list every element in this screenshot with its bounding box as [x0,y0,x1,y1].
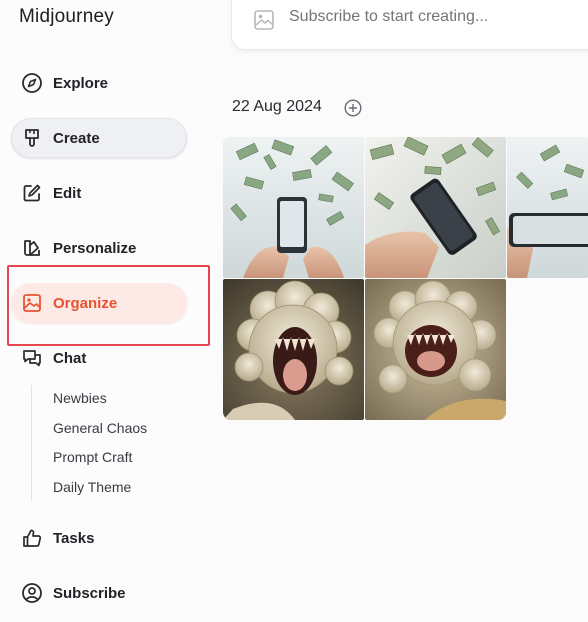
sidebar-item-label: Explore [53,74,109,92]
sidebar: Midjourney Explore Create Edit Personali… [0,0,215,622]
gallery-image[interactable] [223,137,364,278]
gallery-date-label: 22 Aug 2024 [232,98,322,115]
add-circle-icon[interactable] [344,99,362,122]
chat-icon [21,347,43,369]
sidebar-item-label: Personalize [53,239,137,257]
sidebar-item-label: Chat [53,349,87,367]
edit-icon [21,182,43,204]
sidebar-item-label: Tasks [53,529,95,547]
image-upload-icon[interactable] [253,9,275,36]
prompt-input[interactable] [289,8,549,26]
chat-channel-general-chaos[interactable]: General Chaos [53,420,147,436]
highlight-annotation [7,265,210,346]
gallery-image[interactable] [223,279,364,420]
sidebar-item-label: Create [53,129,100,147]
gallery-image[interactable] [365,137,506,278]
compass-icon [21,72,43,94]
sidebar-item-chat[interactable]: Chat [11,338,187,378]
sidebar-item-explore[interactable]: Explore [11,63,187,103]
chat-channel-newbies[interactable]: Newbies [53,390,107,406]
sidebar-item-label: Edit [53,184,82,202]
sidebar-item-personalize[interactable]: Personalize [11,228,187,268]
paintbrush-icon [21,127,43,149]
chat-channel-prompt-craft[interactable]: Prompt Craft [53,449,132,465]
sidebar-item-edit[interactable]: Edit [11,173,187,213]
sidebar-item-create[interactable]: Create [11,118,187,158]
gallery-image[interactable] [365,279,506,420]
sidebar-item-tasks[interactable]: Tasks [11,518,187,558]
personalize-icon [21,237,43,259]
gallery-image[interactable] [507,137,588,278]
chat-channel-daily-theme[interactable]: Daily Theme [53,479,131,495]
sidebar-item-subscribe[interactable]: Subscribe [11,573,187,613]
app-logo[interactable]: Midjourney [19,6,114,28]
thumbs-up-icon [21,527,43,549]
chat-tree-line [31,385,32,500]
sidebar-item-label: Subscribe [53,584,126,602]
user-circle-icon [21,582,43,604]
